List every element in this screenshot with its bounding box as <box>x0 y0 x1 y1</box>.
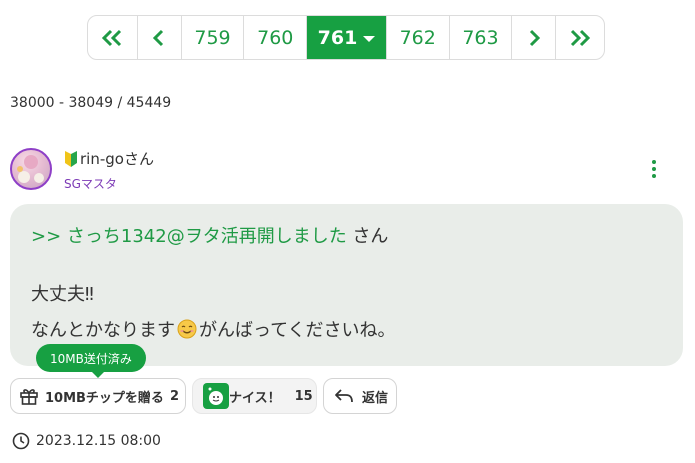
message-line-1: 大丈夫‼︎ <box>31 284 94 305</box>
reply-button[interactable]: 返信 <box>323 378 397 414</box>
send-chip-button[interactable]: 10MBチップを贈る 2 <box>10 378 186 414</box>
clock-icon <box>12 432 30 450</box>
user-rank: SGマスタ <box>64 177 117 191</box>
avatar-image <box>17 155 44 183</box>
last-page-button[interactable] <box>556 16 604 59</box>
gift-icon <box>20 389 38 405</box>
username[interactable]: rin-goさん <box>64 148 154 169</box>
chevron-left-icon <box>153 29 164 46</box>
reply-link[interactable]: >> さっち1342@ヲタ活再開しました <box>31 226 347 247</box>
result-range: 38000 - 38049 / 45449 <box>10 95 172 111</box>
page-763[interactable]: 763 <box>450 16 513 59</box>
page-759[interactable]: 759 <box>182 16 245 59</box>
more-options-icon[interactable] <box>648 160 660 182</box>
pagination: 759 760 761 762 763 <box>87 15 605 60</box>
prev-page-button[interactable] <box>138 16 182 59</box>
chevron-right-icon <box>529 29 540 46</box>
message-bubble: >> さっち1342@ヲタ活再開しました さん 大丈夫‼︎ なんとかなります が… <box>10 204 683 366</box>
post-date: 2023.12.15 08:00 <box>12 432 161 450</box>
smiling-face-icon <box>177 319 197 339</box>
nice-mascot-icon <box>203 383 229 409</box>
page-762[interactable]: 762 <box>387 16 450 59</box>
beginner-leaf-icon <box>65 150 77 167</box>
avatar[interactable] <box>10 148 52 190</box>
caret-down-icon <box>363 35 376 42</box>
tooltip-arrow <box>91 371 105 378</box>
reply-label: 返信 <box>362 390 389 406</box>
current-page-dropdown[interactable]: 761 <box>307 16 387 59</box>
nice-label: ナイス！ <box>229 390 281 406</box>
message-line-2: なんとかなります がんばってくださいね。 <box>31 319 396 341</box>
double-chevron-left-icon <box>102 29 122 46</box>
send-chip-label: 10MBチップを贈る <box>45 390 164 406</box>
sent-tooltip: 10MB送付済み <box>36 344 146 372</box>
next-page-button[interactable] <box>512 16 557 59</box>
page-760[interactable]: 760 <box>244 16 308 59</box>
reply-reference: >> さっち1342@ヲタ活再開しました さん <box>31 226 389 247</box>
reply-arrow-icon <box>335 389 353 403</box>
chip-count: 2 <box>169 388 179 404</box>
nice-count: 15 <box>294 388 313 404</box>
double-chevron-right-icon <box>571 29 591 46</box>
first-page-button[interactable] <box>88 16 138 59</box>
nice-button[interactable]: ナイス！ 15 <box>192 378 317 414</box>
